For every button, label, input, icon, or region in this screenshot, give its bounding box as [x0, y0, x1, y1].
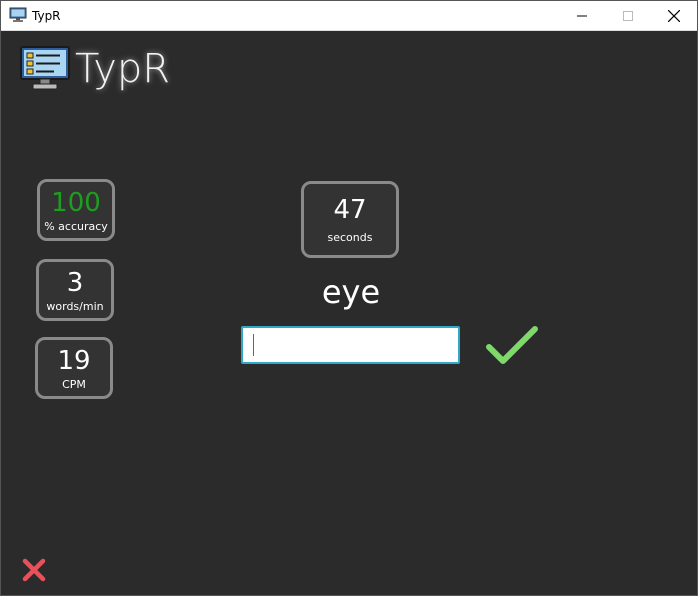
- accuracy-value: 100: [51, 187, 101, 218]
- close-icon: [668, 10, 680, 22]
- text-caret: [253, 334, 254, 356]
- accuracy-label: % accuracy: [44, 219, 108, 233]
- cpm-stat: 19 CPM: [35, 337, 113, 399]
- maximize-button[interactable]: [605, 1, 651, 31]
- checkmark-icon[interactable]: [485, 325, 539, 367]
- timer-label: seconds: [327, 231, 373, 244]
- cpm-label: CPM: [62, 377, 86, 391]
- app-window: TypR TypR 100 % accuracy 3 words/min 19 …: [0, 0, 698, 596]
- window-title: TypR: [32, 9, 61, 23]
- prompt-word: eye: [321, 273, 381, 311]
- app-logo-text: TypR: [75, 46, 171, 92]
- wpm-stat: 3 words/min: [36, 259, 114, 321]
- x-mark-icon[interactable]: [21, 558, 47, 582]
- wpm-label: words/min: [46, 299, 104, 313]
- minimize-button[interactable]: [559, 1, 605, 31]
- minimize-icon: [577, 15, 587, 17]
- maximize-icon: [623, 11, 633, 21]
- accuracy-stat: 100 % accuracy: [37, 179, 115, 241]
- title-bar: TypR: [1, 1, 697, 31]
- typing-input[interactable]: [241, 326, 460, 364]
- cpm-value: 19: [57, 345, 91, 376]
- timer-value: 47: [333, 195, 367, 225]
- app-icon: [9, 7, 27, 22]
- monitor-checklist-icon: [20, 46, 70, 90]
- close-button[interactable]: [651, 1, 697, 31]
- timer-display: 47 seconds: [301, 181, 399, 258]
- wpm-value: 3: [66, 267, 84, 298]
